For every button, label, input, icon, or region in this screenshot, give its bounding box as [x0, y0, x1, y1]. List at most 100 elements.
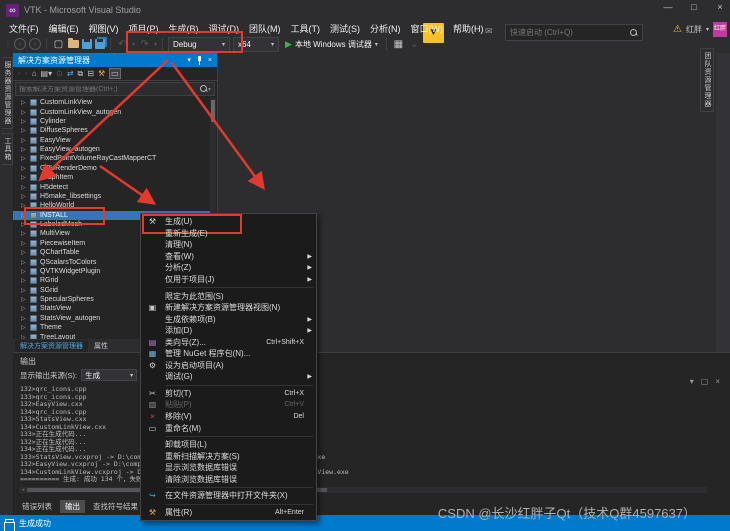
tab-team-explorer[interactable]: 团队资源管理器 — [700, 48, 714, 112]
redo-icon[interactable]: ↷ — [138, 39, 151, 50]
tool-window-tab[interactable]: 属性 — [89, 340, 113, 352]
tree-item[interactable]: ▷ CustomLinkView — [13, 98, 210, 107]
close-button[interactable]: × — [714, 2, 726, 12]
tree-item[interactable]: ▷ CustomLinkView_autogen — [13, 107, 210, 116]
window-position-icon[interactable]: ▾ — [690, 377, 694, 386]
expander-icon[interactable]: ▷ — [21, 315, 27, 322]
context-menu-item[interactable]: 添加(D) ▶ — [141, 325, 316, 337]
expander-icon[interactable]: ▷ — [21, 249, 27, 256]
undo-icon[interactable]: ↶ — [116, 39, 129, 50]
context-menu-item[interactable]: 重新生成(E) — [141, 228, 316, 240]
context-menu-item[interactable]: 分析(Z) ▶ — [141, 262, 316, 274]
tree-item[interactable]: ▷ GPURenderDemo — [13, 164, 210, 173]
collapse-all-icon[interactable]: ⊟ — [87, 69, 94, 78]
expander-icon[interactable]: ▷ — [21, 174, 27, 181]
toolbar-overflow-icon[interactable]: ⌄ — [408, 39, 421, 50]
context-menu-item[interactable]: 仅用于项目(J) ▶ — [141, 274, 316, 286]
tab-server-explorer[interactable]: 服务器资源管理器 — [2, 57, 13, 129]
save-icon[interactable] — [82, 39, 92, 49]
context-menu-item[interactable]: ✂ 剪切(T) Ctrl+X — [141, 388, 316, 400]
save-all-icon[interactable] — [95, 39, 105, 49]
expander-icon[interactable]: ▷ — [21, 277, 27, 284]
home-icon[interactable]: ⌂ — [32, 69, 37, 78]
context-menu-item[interactable]: × 移除(V) Del — [141, 411, 316, 423]
menu-bar-item[interactable]: 帮助(H) — [448, 22, 489, 35]
search-options-icon[interactable]: ▾ — [208, 86, 211, 93]
platform-dropdown[interactable]: x64 ▾ — [233, 36, 280, 52]
context-menu-item[interactable]: 卸载项目(L) — [141, 439, 316, 451]
solution-search-box[interactable]: ▾ — [15, 82, 215, 96]
menu-bar-item[interactable]: 调试(D) — [204, 22, 245, 35]
properties-wrench-icon[interactable]: ⚒ — [98, 69, 105, 78]
expander-icon[interactable]: ▷ — [21, 324, 27, 331]
warning-icon[interactable]: ⚠ — [673, 24, 682, 35]
expander-icon[interactable]: ▷ — [21, 137, 27, 144]
refresh-icon[interactable]: ⧉ — [78, 69, 84, 79]
menu-bar-item[interactable]: 项目(P) — [124, 22, 164, 35]
context-menu-item[interactable]: ⚒ 生成(U) — [141, 213, 316, 233]
start-debugging-button[interactable]: ▶ 本地 Windows 调试器 ▾ — [282, 39, 381, 50]
expander-icon[interactable]: ▷ — [21, 268, 27, 275]
tree-item[interactable]: ▷ HelloWorld — [13, 201, 210, 210]
undo-dropdown-icon[interactable]: ▾ — [132, 41, 135, 48]
navigate-back-icon[interactable]: ‹ — [14, 38, 26, 50]
solution-search-input[interactable] — [19, 85, 200, 93]
tree-item[interactable]: ▷ FixedPointVolumeRayCastMapperCT — [13, 154, 210, 163]
expander-icon[interactable]: ▷ — [21, 193, 27, 200]
tree-item[interactable]: ▷ GraphItem — [13, 173, 210, 182]
expander-icon[interactable]: ▷ — [21, 305, 27, 312]
context-menu-item[interactable]: ▣ 新建解决方案资源管理器视图(N) — [141, 302, 316, 314]
maximize-button[interactable]: □ — [688, 2, 700, 12]
context-menu-item[interactable]: 清除浏览数据库错误 — [141, 473, 316, 485]
navigate-forward-icon[interactable]: › — [29, 38, 41, 50]
context-menu-item[interactable]: ▭ 重命名(M) — [141, 422, 316, 434]
context-menu-item[interactable]: 显示浏览数据库错误 — [141, 462, 316, 474]
bottom-panel-tab[interactable]: 查找符号结果 — [88, 500, 143, 513]
menu-bar-item[interactable]: 文件(F) — [4, 22, 44, 35]
context-menu-item[interactable]: 生成依赖项(B) ▶ — [141, 313, 316, 325]
context-menu-item[interactable]: ▤ 类向导(Z)... Ctrl+Shift+X — [141, 336, 316, 348]
menu-bar-item[interactable]: 分析(N) — [365, 22, 406, 35]
output-source-dropdown[interactable]: 生成 ▾ — [81, 369, 138, 381]
bottom-panel-tab[interactable]: 错误列表 — [17, 500, 57, 513]
menu-bar-item[interactable]: 测试(S) — [325, 22, 365, 35]
menu-bar-item[interactable]: 团队(M) — [244, 22, 286, 35]
output-log[interactable]: 132>qrc_icons.cpp 133>qrc_icons.cpp 132>Ea… — [20, 386, 710, 485]
back-icon[interactable]: ◦ — [18, 69, 21, 78]
context-menu-item[interactable]: 查看(W) ▶ — [141, 251, 316, 263]
tool-window-tab[interactable]: 解决方案资源管理器 — [15, 340, 88, 352]
bottom-panel-tab[interactable]: 输出 — [60, 500, 85, 513]
context-menu-item[interactable]: 重新扫描解决方案(S) — [141, 450, 316, 462]
expander-icon[interactable]: ▷ — [21, 287, 27, 294]
switch-views-icon[interactable]: ▤▾ — [41, 69, 53, 78]
solution-platforms-icon[interactable]: ▦ — [392, 39, 405, 50]
tab-toolbox[interactable]: 工具箱 — [2, 133, 13, 165]
expander-icon[interactable]: ▷ — [21, 259, 27, 266]
output-horizontal-scrollbar[interactable]: ◂ — [19, 487, 707, 493]
redo-dropdown-icon[interactable]: ▾ — [154, 41, 157, 48]
context-menu-item[interactable]: 清理(N) — [141, 239, 316, 251]
open-folder-icon[interactable] — [68, 38, 79, 48]
close-icon[interactable]: × — [208, 57, 212, 64]
menu-bar-item[interactable]: 窗口(W) — [406, 22, 449, 35]
sync-with-active-document-icon[interactable]: ⇄ — [67, 69, 74, 78]
solution-explorer-titlebar[interactable]: 解决方案资源管理器 ▾ × — [13, 53, 217, 67]
pending-changes-filter-icon[interactable]: ⊙ — [56, 69, 63, 78]
expander-icon[interactable]: ▷ — [21, 155, 27, 162]
preview-selected-items-icon[interactable]: ▭ — [109, 68, 121, 79]
window-position-icon[interactable]: ▾ — [187, 56, 191, 64]
expander-icon[interactable]: ▷ — [21, 165, 27, 172]
expander-icon[interactable]: ▷ — [21, 296, 27, 303]
expander-icon[interactable]: ▷ — [21, 127, 27, 134]
expander-icon[interactable]: ▷ — [21, 99, 27, 106]
context-menu-item[interactable]: 限定为此范围(S) — [141, 290, 316, 302]
expander-icon[interactable]: ▷ — [21, 202, 27, 209]
context-menu-item[interactable]: ⚙ 设为启动项目(A) — [141, 360, 316, 372]
menu-bar-item[interactable]: 视图(V) — [84, 22, 124, 35]
tree-item[interactable]: ▷ EasyView_autogen — [13, 145, 210, 154]
expander-icon[interactable]: ▷ — [21, 230, 27, 237]
tree-item[interactable]: ▷ Cylinder — [13, 117, 210, 126]
menu-bar-item[interactable]: 生成(B) — [164, 22, 204, 35]
expander-icon[interactable]: ▷ — [21, 109, 27, 116]
context-menu-item[interactable]: ↪ 在文件资源管理器中打开文件夹(X) — [141, 490, 316, 502]
